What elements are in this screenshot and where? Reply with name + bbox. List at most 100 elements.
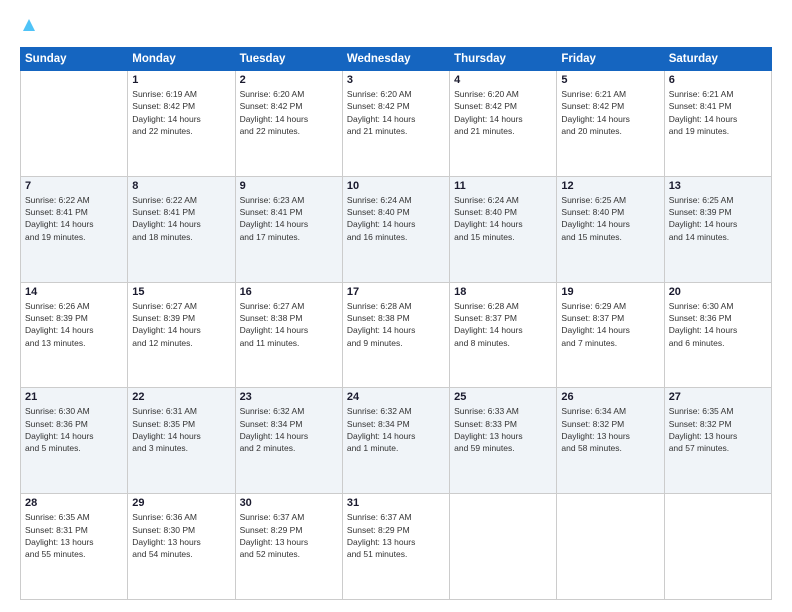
calendar-cell: 31 Sunrise: 6:37 AM Sunset: 8:29 PM Dayli… (342, 494, 449, 600)
day-number: 28 (25, 497, 123, 509)
calendar-cell: 12Sunrise: 6:25 AM Sunset: 8:40 PM Dayli… (557, 176, 664, 282)
calendar-header-row: SundayMondayTuesdayWednesdayThursdayFrid… (21, 48, 772, 71)
day-number: 3 (347, 74, 445, 86)
calendar-row-2: 7 Sunrise: 6:22 AM Sunset: 8:41 PM Daylig… (21, 176, 772, 282)
calendar-cell: 3 Sunrise: 6:20 AM Sunset: 8:42 PM Daylig… (342, 71, 449, 177)
day-info: Sunrise: 6:33 AM Sunset: 8:33 PM Dayligh… (454, 405, 552, 454)
calendar-cell: 30 Sunrise: 6:37 AM Sunset: 8:29 PM Dayli… (235, 494, 342, 600)
calendar-cell: 10 Sunrise: 6:24 AM Sunset: 8:40 PM Dayli… (342, 176, 449, 282)
logo (20, 18, 36, 37)
day-info: Sunrise: 6:25 AM Sunset: 8:40 PM Dayligh… (561, 194, 659, 243)
day-number: 5 (561, 74, 659, 86)
day-number: 9 (240, 180, 338, 192)
day-number: 2 (240, 74, 338, 86)
day-info: Sunrise: 6:22 AM Sunset: 8:41 PM Dayligh… (25, 194, 123, 243)
col-header-wednesday: Wednesday (342, 48, 449, 71)
day-info: Sunrise: 6:22 AM Sunset: 8:41 PM Dayligh… (132, 194, 230, 243)
calendar-cell (664, 494, 771, 600)
day-number: 21 (25, 391, 123, 403)
day-number: 23 (240, 391, 338, 403)
day-info: Sunrise: 6:37 AM Sunset: 8:29 PM Dayligh… (240, 511, 338, 560)
calendar-cell: 7 Sunrise: 6:22 AM Sunset: 8:41 PM Daylig… (21, 176, 128, 282)
col-header-tuesday: Tuesday (235, 48, 342, 71)
day-number: 4 (454, 74, 552, 86)
day-info: Sunrise: 6:37 AM Sunset: 8:29 PM Dayligh… (347, 511, 445, 560)
day-number: 13 (669, 180, 767, 192)
day-info: Sunrise: 6:27 AM Sunset: 8:39 PM Dayligh… (132, 300, 230, 349)
calendar-cell: 4 Sunrise: 6:20 AM Sunset: 8:42 PM Daylig… (450, 71, 557, 177)
calendar-cell (557, 494, 664, 600)
day-number: 16 (240, 286, 338, 298)
calendar-table: SundayMondayTuesdayWednesdayThursdayFrid… (20, 47, 772, 600)
day-number: 18 (454, 286, 552, 298)
calendar-cell: 27 Sunrise: 6:35 AM Sunset: 8:32 PM Dayli… (664, 388, 771, 494)
day-number: 11 (454, 180, 552, 192)
calendar-cell: 15 Sunrise: 6:27 AM Sunset: 8:39 PM Dayli… (128, 282, 235, 388)
day-number: 25 (454, 391, 552, 403)
calendar-cell: 9Sunrise: 6:23 AM Sunset: 8:41 PM Daylig… (235, 176, 342, 282)
calendar-cell: 22Sunrise: 6:31 AM Sunset: 8:35 PM Dayli… (128, 388, 235, 494)
calendar-cell: 28Sunrise: 6:35 AM Sunset: 8:31 PM Dayli… (21, 494, 128, 600)
calendar-cell (21, 71, 128, 177)
day-info: Sunrise: 6:30 AM Sunset: 8:36 PM Dayligh… (669, 300, 767, 349)
calendar-cell: 16 Sunrise: 6:27 AM Sunset: 8:38 PM Dayli… (235, 282, 342, 388)
day-info: Sunrise: 6:27 AM Sunset: 8:38 PM Dayligh… (240, 300, 338, 349)
day-number: 29 (132, 497, 230, 509)
page: SundayMondayTuesdayWednesdayThursdayFrid… (0, 0, 792, 612)
day-info: Sunrise: 6:35 AM Sunset: 8:32 PM Dayligh… (669, 405, 767, 454)
logo-icon (22, 18, 36, 37)
day-info: Sunrise: 6:28 AM Sunset: 8:38 PM Dayligh… (347, 300, 445, 349)
calendar-cell: 14 Sunrise: 6:26 AM Sunset: 8:39 PM Dayli… (21, 282, 128, 388)
calendar-cell: 13 Sunrise: 6:25 AM Sunset: 8:39 PM Dayli… (664, 176, 771, 282)
day-info: Sunrise: 6:20 AM Sunset: 8:42 PM Dayligh… (347, 88, 445, 137)
col-header-thursday: Thursday (450, 48, 557, 71)
day-number: 7 (25, 180, 123, 192)
day-info: Sunrise: 6:32 AM Sunset: 8:34 PM Dayligh… (240, 405, 338, 454)
calendar-cell: 19Sunrise: 6:29 AM Sunset: 8:37 PM Dayli… (557, 282, 664, 388)
col-header-sunday: Sunday (21, 48, 128, 71)
day-number: 26 (561, 391, 659, 403)
day-info: Sunrise: 6:31 AM Sunset: 8:35 PM Dayligh… (132, 405, 230, 454)
day-info: Sunrise: 6:21 AM Sunset: 8:41 PM Dayligh… (669, 88, 767, 137)
day-number: 15 (132, 286, 230, 298)
day-info: Sunrise: 6:32 AM Sunset: 8:34 PM Dayligh… (347, 405, 445, 454)
col-header-friday: Friday (557, 48, 664, 71)
day-number: 27 (669, 391, 767, 403)
day-info: Sunrise: 6:34 AM Sunset: 8:32 PM Dayligh… (561, 405, 659, 454)
day-number: 19 (561, 286, 659, 298)
day-number: 20 (669, 286, 767, 298)
calendar-row-4: 21 Sunrise: 6:30 AM Sunset: 8:36 PM Dayli… (21, 388, 772, 494)
col-header-saturday: Saturday (664, 48, 771, 71)
calendar-cell: 11 Sunrise: 6:24 AM Sunset: 8:40 PM Dayli… (450, 176, 557, 282)
calendar-cell: 23 Sunrise: 6:32 AM Sunset: 8:34 PM Dayli… (235, 388, 342, 494)
day-number: 8 (132, 180, 230, 192)
calendar-cell: 20 Sunrise: 6:30 AM Sunset: 8:36 PM Dayli… (664, 282, 771, 388)
day-number: 14 (25, 286, 123, 298)
header (20, 18, 772, 37)
day-number: 30 (240, 497, 338, 509)
day-info: Sunrise: 6:30 AM Sunset: 8:36 PM Dayligh… (25, 405, 123, 454)
calendar-row-5: 28Sunrise: 6:35 AM Sunset: 8:31 PM Dayli… (21, 494, 772, 600)
calendar-cell: 8 Sunrise: 6:22 AM Sunset: 8:41 PM Daylig… (128, 176, 235, 282)
day-info: Sunrise: 6:25 AM Sunset: 8:39 PM Dayligh… (669, 194, 767, 243)
day-number: 17 (347, 286, 445, 298)
day-info: Sunrise: 6:20 AM Sunset: 8:42 PM Dayligh… (240, 88, 338, 137)
day-info: Sunrise: 6:24 AM Sunset: 8:40 PM Dayligh… (347, 194, 445, 243)
day-info: Sunrise: 6:24 AM Sunset: 8:40 PM Dayligh… (454, 194, 552, 243)
day-info: Sunrise: 6:26 AM Sunset: 8:39 PM Dayligh… (25, 300, 123, 349)
logo-text (20, 18, 36, 37)
calendar-cell: 21 Sunrise: 6:30 AM Sunset: 8:36 PM Dayli… (21, 388, 128, 494)
calendar-row-1: 1 Sunrise: 6:19 AM Sunset: 8:42 PM Daylig… (21, 71, 772, 177)
calendar-cell: 6Sunrise: 6:21 AM Sunset: 8:41 PM Daylig… (664, 71, 771, 177)
day-number: 31 (347, 497, 445, 509)
calendar-cell: 26 Sunrise: 6:34 AM Sunset: 8:32 PM Dayli… (557, 388, 664, 494)
calendar-cell: 5Sunrise: 6:21 AM Sunset: 8:42 PM Daylig… (557, 71, 664, 177)
calendar-cell: 1 Sunrise: 6:19 AM Sunset: 8:42 PM Daylig… (128, 71, 235, 177)
day-info: Sunrise: 6:20 AM Sunset: 8:42 PM Dayligh… (454, 88, 552, 137)
day-number: 1 (132, 74, 230, 86)
day-info: Sunrise: 6:19 AM Sunset: 8:42 PM Dayligh… (132, 88, 230, 137)
day-info: Sunrise: 6:28 AM Sunset: 8:37 PM Dayligh… (454, 300, 552, 349)
calendar-cell: 17 Sunrise: 6:28 AM Sunset: 8:38 PM Dayli… (342, 282, 449, 388)
day-number: 10 (347, 180, 445, 192)
day-info: Sunrise: 6:36 AM Sunset: 8:30 PM Dayligh… (132, 511, 230, 560)
